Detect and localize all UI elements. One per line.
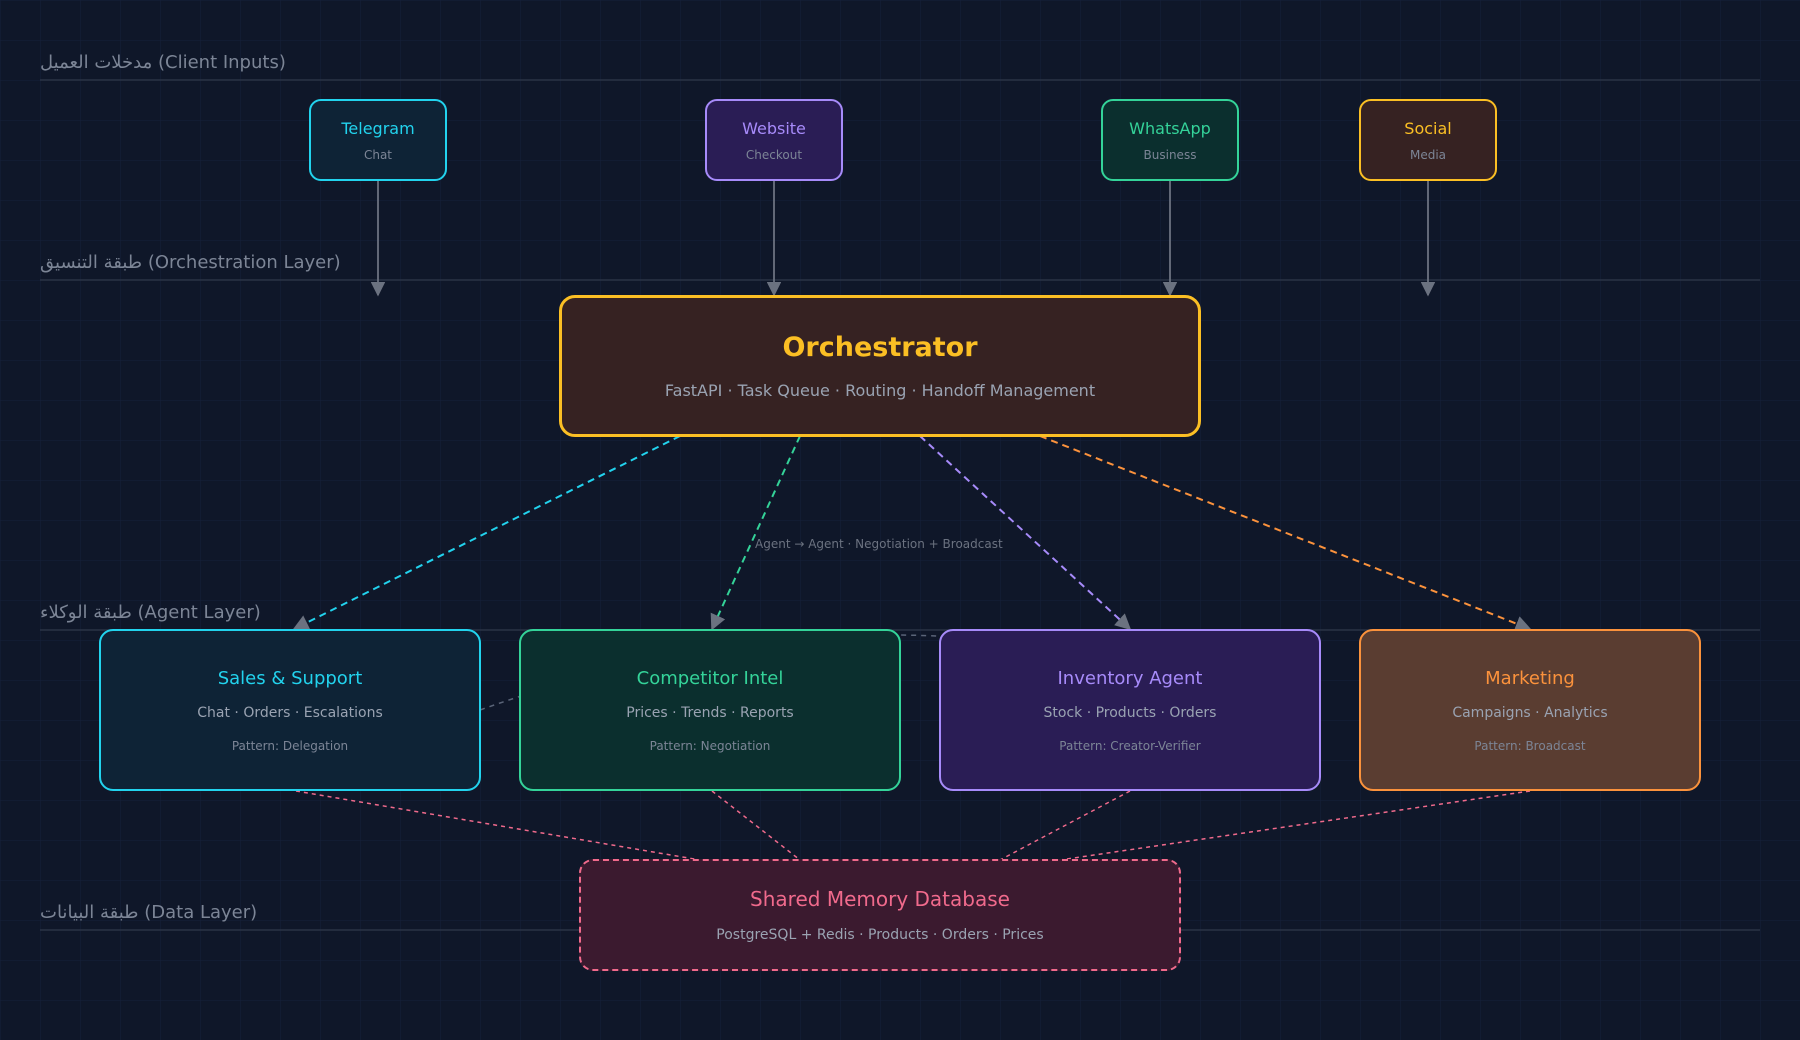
social-subtitle: Media (1409, 147, 1447, 162)
competitor-intel-agent-node: Competitor Intel Prices · Trends · Repor… (519, 629, 901, 791)
telegram-subtitle: Chat (363, 147, 393, 162)
social-title: Social (1404, 118, 1452, 138)
whatsapp-title: WhatsApp (1129, 118, 1211, 138)
inventory-agent-node: Inventory Agent Stock · Products · Order… (939, 629, 1321, 791)
agent-link-note: Agent → Agent · Negotiation + Broadcast (755, 537, 1003, 551)
website-node: Website Checkout (705, 99, 843, 181)
marketing-pattern: Pattern: Broadcast (1474, 738, 1586, 753)
competitor-intel-pattern: Pattern: Negotiation (649, 738, 771, 753)
orchestration-layer-label: طبقة التنسيق (Orchestration Layer) (40, 252, 341, 273)
sales-support-pattern: Pattern: Delegation (231, 738, 349, 753)
telegram-node: Telegram Chat (309, 99, 447, 181)
marketing-title: Marketing (1485, 667, 1575, 689)
marketing-subtitle: Campaigns · Analytics (1452, 704, 1608, 721)
inventory-agent-subtitle: Stock · Products · Orders (1043, 704, 1217, 721)
competitor-intel-subtitle: Prices · Trends · Reports (626, 704, 794, 721)
inventory-agent-title: Inventory Agent (1057, 667, 1203, 689)
orchestrator-subtitle: FastAPI · Task Queue · Routing · Handoff… (664, 381, 1096, 400)
website-title: Website (742, 118, 806, 138)
sales-support-subtitle: Chat · Orders · Escalations (197, 704, 383, 721)
shared-memory-database-node: Shared Memory Database PostgreSQL + Redi… (579, 859, 1181, 971)
orchestrator-node: Orchestrator FastAPI · Task Queue · Rout… (559, 295, 1201, 437)
whatsapp-subtitle: Business (1143, 147, 1197, 162)
whatsapp-node: WhatsApp Business (1101, 99, 1239, 181)
agent-layer-label: طبقة الوكلاء (Agent Layer) (40, 602, 261, 623)
sales-support-title: Sales & Support (217, 667, 363, 689)
website-subtitle: Checkout (745, 147, 803, 162)
database-subtitle: PostgreSQL + Redis · Products · Orders ·… (716, 927, 1044, 943)
inventory-agent-pattern: Pattern: Creator-Verifier (1059, 738, 1201, 753)
architecture-diagram: مدخلات العميل (Client Inputs) طبقة التنس… (0, 0, 1800, 1040)
sales-support-agent-node: Sales & Support Chat · Orders · Escalati… (99, 629, 481, 791)
database-title: Shared Memory Database (750, 887, 1010, 911)
orchestrator-title: Orchestrator (782, 332, 978, 363)
competitor-intel-title: Competitor Intel (636, 667, 784, 689)
telegram-title: Telegram (341, 118, 415, 138)
data-layer-label: طبقة البيانات (Data Layer) (40, 902, 258, 923)
social-node: Social Media (1359, 99, 1497, 181)
marketing-agent-node: Marketing Campaigns · Analytics Pattern:… (1359, 629, 1701, 791)
client-inputs-layer-label: مدخلات العميل (Client Inputs) (40, 52, 286, 73)
